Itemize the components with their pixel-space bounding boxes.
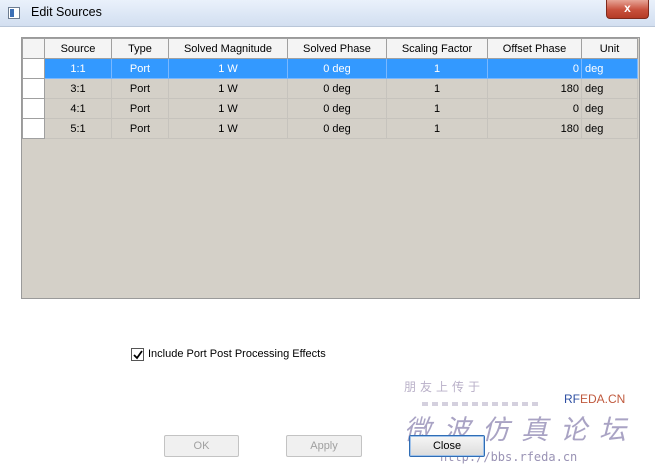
row-selector[interactable] (22, 78, 45, 99)
column-header-solved-magnitude[interactable]: Solved Magnitude (168, 38, 288, 59)
window-close-button[interactable]: x (606, 0, 649, 19)
cell-type: Port (111, 58, 169, 79)
row-selector[interactable] (22, 98, 45, 119)
cell-source: 3:1 (44, 78, 112, 99)
cell-scaling-factor[interactable]: 1 (386, 78, 488, 99)
cell-unit[interactable]: deg (581, 78, 638, 99)
include-port-post-processing-checkbox[interactable] (131, 348, 144, 361)
ok-button[interactable]: OK (164, 435, 239, 457)
include-port-post-processing-label[interactable]: Include Port Post Processing Effects (148, 348, 326, 360)
watermark-top-text: 朋友上传于 (404, 380, 485, 394)
cell-source: 5:1 (44, 118, 112, 139)
grid-corner-cell[interactable] (22, 38, 45, 59)
title-bar: Edit Sources x (0, 0, 655, 27)
table-row[interactable]: 4:1 Port 1 W 0 deg 1 0 deg (22, 98, 638, 119)
grid-header-row: Source Type Solved Magnitude Solved Phas… (22, 38, 638, 59)
table-row[interactable]: 3:1 Port 1 W 0 deg 1 180 deg (22, 78, 638, 99)
watermark-brand-prefix: RF (564, 392, 580, 406)
app-icon (8, 7, 20, 19)
cell-source: 1:1 (44, 58, 112, 79)
window-title: Edit Sources (31, 5, 102, 19)
cell-solved-phase: 0 deg (287, 78, 387, 99)
cell-offset-phase[interactable]: 0 (487, 98, 582, 119)
cell-type: Port (111, 118, 169, 139)
cell-scaling-factor[interactable]: 1 (386, 118, 488, 139)
cell-scaling-factor[interactable]: 1 (386, 58, 488, 79)
row-selector[interactable] (22, 118, 45, 139)
cell-type: Port (111, 98, 169, 119)
cell-unit[interactable]: deg (581, 98, 638, 119)
apply-button[interactable]: Apply (286, 435, 362, 457)
checkmark-icon (133, 350, 143, 360)
column-header-offset-phase[interactable]: Offset Phase (487, 38, 582, 59)
cell-scaling-factor[interactable]: 1 (386, 98, 488, 119)
close-button[interactable]: Close (409, 435, 485, 457)
cell-solved-magnitude: 1 W (168, 78, 288, 99)
row-selector[interactable] (22, 58, 45, 79)
sources-grid: Source Type Solved Magnitude Solved Phas… (22, 38, 638, 139)
cell-source: 4:1 (44, 98, 112, 119)
cell-offset-phase[interactable]: 180 (487, 118, 582, 139)
column-header-unit[interactable]: Unit (581, 38, 638, 59)
column-header-type[interactable]: Type (111, 38, 169, 59)
cell-offset-phase[interactable]: 0 (487, 58, 582, 79)
cell-unit[interactable]: deg (581, 118, 638, 139)
cell-solved-magnitude: 1 W (168, 98, 288, 119)
cell-unit[interactable]: deg (581, 58, 638, 79)
column-header-source[interactable]: Source (44, 38, 112, 59)
cell-solved-phase: 0 deg (287, 58, 387, 79)
cell-solved-phase: 0 deg (287, 118, 387, 139)
watermark-decoration (422, 402, 542, 406)
cell-solved-phase: 0 deg (287, 98, 387, 119)
cell-solved-magnitude: 1 W (168, 58, 288, 79)
column-header-solved-phase[interactable]: Solved Phase (287, 38, 387, 59)
cell-type: Port (111, 78, 169, 99)
watermark-brand-suffix: EDA.CN (580, 392, 626, 406)
table-row[interactable]: 1:1 Port 1 W 0 deg 1 0 deg (22, 58, 638, 79)
cell-solved-magnitude: 1 W (168, 118, 288, 139)
column-header-scaling-factor[interactable]: Scaling Factor (386, 38, 488, 59)
cell-offset-phase[interactable]: 180 (487, 78, 582, 99)
table-row[interactable]: 5:1 Port 1 W 0 deg 1 180 deg (22, 118, 638, 139)
watermark-brand: RFEDA.CN (564, 392, 625, 406)
